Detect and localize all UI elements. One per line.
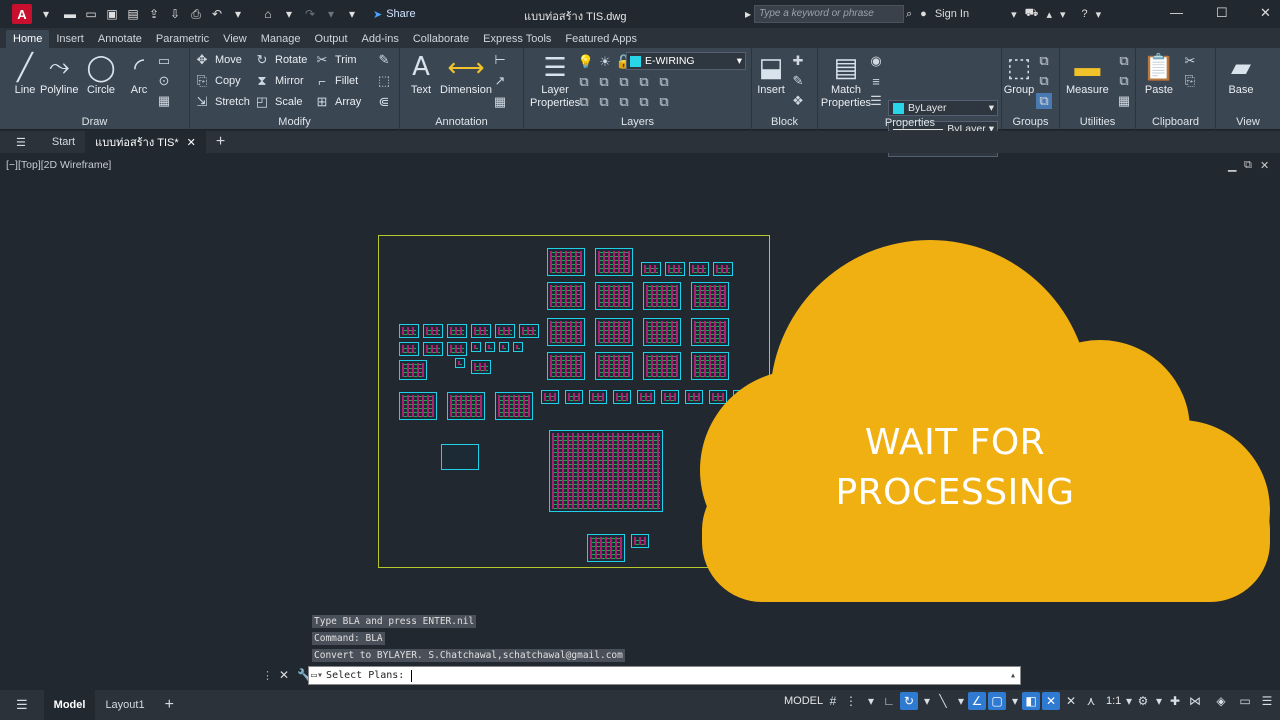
- command-close-icon[interactable]: ✕: [279, 668, 289, 682]
- command-history-up-icon[interactable]: ▴: [1010, 670, 1016, 681]
- isodraft-icon[interactable]: ╲: [934, 692, 952, 710]
- hardware-acceleration-icon[interactable]: ◈: [1212, 692, 1230, 710]
- command-recent-icon[interactable]: ▭▾: [311, 670, 323, 681]
- processing-line-2: PROCESSING: [835, 472, 1075, 513]
- processing-cloud: [700, 240, 1270, 602]
- layout-menu-icon[interactable]: ☰: [0, 690, 44, 720]
- snap-dropdown-icon[interactable]: ▾: [862, 692, 880, 710]
- units-icon[interactable]: ⋈: [1186, 692, 1204, 710]
- tab-model-label: Model: [53, 699, 86, 711]
- command-history-line: Convert to BYLAYER. S.Chatchawal,schatch…: [312, 649, 625, 662]
- polar-icon[interactable]: ↻: [900, 692, 918, 710]
- command-prompt: Select Plans:: [326, 670, 405, 681]
- model-space-toggle[interactable]: MODEL: [784, 695, 823, 707]
- annotation-visibility-icon[interactable]: ✕: [1042, 692, 1060, 710]
- tab-layout1[interactable]: Layout1: [95, 690, 154, 720]
- customize-status-icon[interactable]: ☰: [1258, 692, 1276, 710]
- tab-layout1-label: Layout1: [105, 699, 145, 711]
- auto-scale-icon[interactable]: ✕: [1062, 692, 1080, 710]
- snap-icon[interactable]: ⋮: [842, 692, 860, 710]
- tab-model[interactable]: Model: [43, 690, 96, 720]
- object-snap-icon[interactable]: ▢: [988, 692, 1006, 710]
- object-snap-tracking-icon[interactable]: ∠: [968, 692, 986, 710]
- command-grip-icon[interactable]: ⋮: [262, 669, 273, 682]
- annotation-scale-value[interactable]: 1:1: [1106, 695, 1121, 707]
- command-history-line: Type BLA and press ENTER.nil: [312, 615, 477, 628]
- processing-line-1: WAIT FOR: [864, 422, 1046, 463]
- command-history-line: Command: BLA: [312, 632, 385, 645]
- new-layout-button[interactable]: +: [155, 690, 184, 720]
- processing-text: WAIT FOR PROCESSING: [800, 418, 1110, 518]
- annotation-scale-icon[interactable]: ⋏: [1082, 692, 1100, 710]
- grid-icon[interactable]: #: [824, 692, 842, 710]
- ortho-icon[interactable]: ∟: [880, 692, 898, 710]
- selection-cycling-icon[interactable]: ◧: [1022, 692, 1040, 710]
- clean-screen-icon[interactable]: ▭: [1236, 692, 1254, 710]
- text-cursor: [411, 669, 413, 682]
- annotation-monitor-icon[interactable]: ✚: [1166, 692, 1184, 710]
- command-input[interactable]: ▭▾ Select Plans: ▴: [308, 666, 1021, 685]
